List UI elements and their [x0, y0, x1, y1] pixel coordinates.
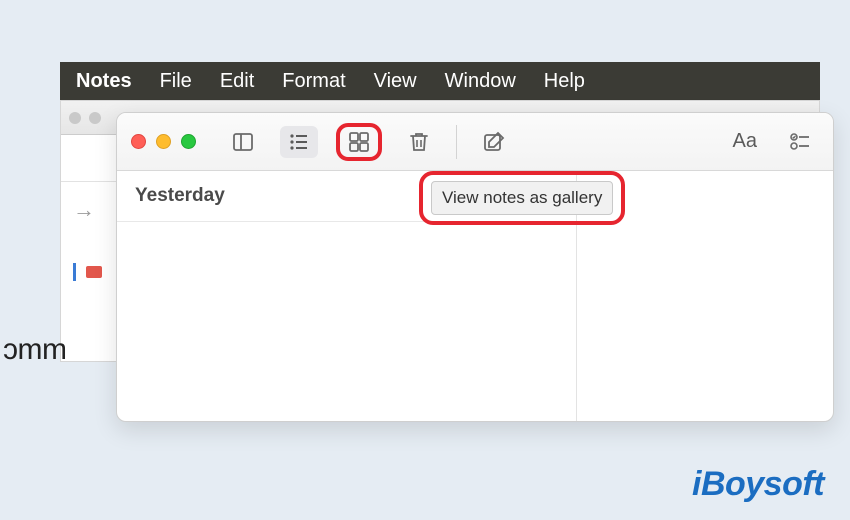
grid-icon: [347, 130, 371, 154]
annotation-highlight-tooltip: View notes as gallery: [419, 171, 625, 225]
notes-window: Aa Yesterday View notes as gallery: [116, 112, 834, 422]
background-tab-dot: [89, 112, 101, 124]
list-view-button[interactable]: [280, 126, 318, 158]
minimize-button[interactable]: [156, 134, 171, 149]
compose-icon: [482, 130, 506, 154]
menu-help[interactable]: Help: [544, 70, 585, 93]
window-controls: [131, 134, 196, 149]
watermark-logo: iBoysoft: [692, 465, 824, 504]
mail-icon: [86, 266, 102, 278]
selection-bar-icon: [73, 263, 76, 281]
toolbar-divider: [456, 125, 457, 159]
menu-format[interactable]: Format: [282, 70, 345, 93]
font-icon: Aa: [733, 130, 757, 153]
trash-icon: [407, 130, 431, 154]
list-icon: [287, 130, 311, 154]
notes-toolbar: Aa: [117, 113, 833, 171]
menu-window[interactable]: Window: [445, 70, 516, 93]
zoom-button[interactable]: [181, 134, 196, 149]
close-button[interactable]: [131, 134, 146, 149]
format-button[interactable]: Aa: [727, 126, 763, 158]
checklist-icon: [788, 130, 812, 154]
annotation-highlight-gallery: [336, 123, 382, 161]
menu-file[interactable]: File: [160, 70, 192, 93]
background-tab-dot: [69, 112, 81, 124]
checklist-button[interactable]: [781, 126, 819, 158]
menu-view[interactable]: View: [374, 70, 417, 93]
partial-text: ɔmm: [3, 333, 66, 367]
new-note-button[interactable]: [475, 126, 513, 158]
menubar: Notes File Edit Format View Window Help: [60, 62, 820, 100]
delete-note-button[interactable]: [400, 126, 438, 158]
gallery-view-button[interactable]: [344, 129, 374, 155]
forward-arrow-icon[interactable]: →: [73, 197, 95, 223]
tooltip-gallery-view: View notes as gallery: [431, 181, 613, 215]
background-row-icons: [73, 263, 102, 281]
toggle-sidebar-button[interactable]: [224, 126, 262, 158]
menubar-app-name[interactable]: Notes: [76, 70, 132, 93]
sidebar-icon: [231, 130, 255, 154]
menu-edit[interactable]: Edit: [220, 70, 254, 93]
